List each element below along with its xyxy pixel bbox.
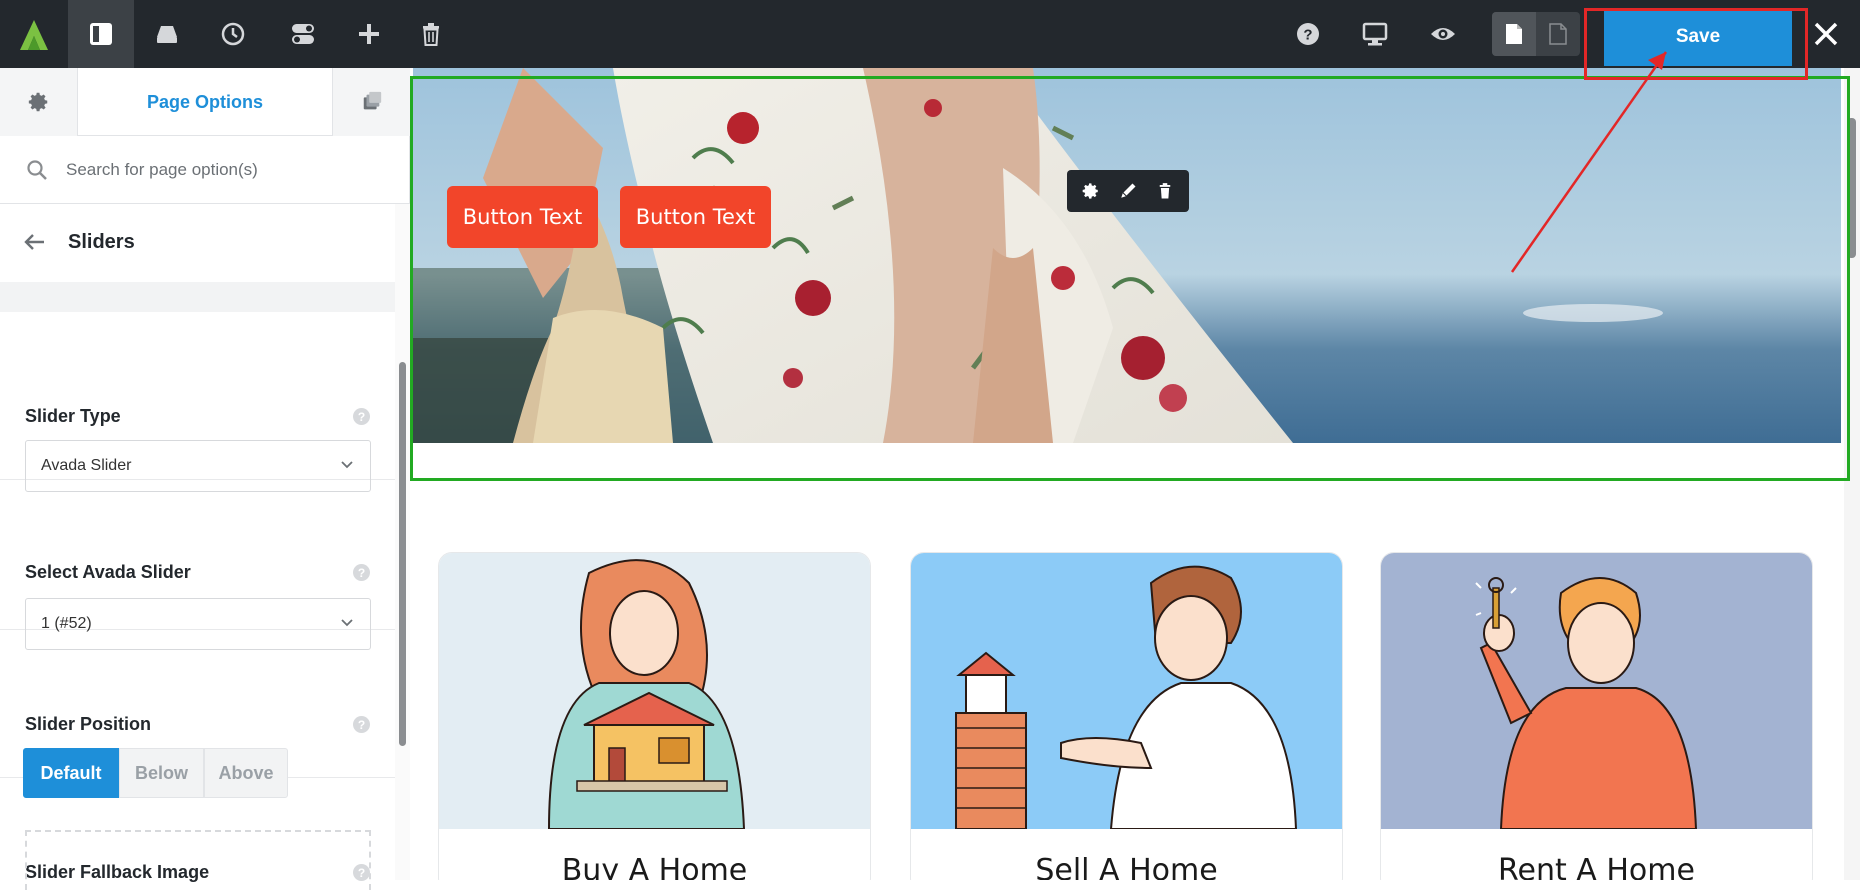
section-title: Sliders <box>68 230 135 253</box>
chevron-down-icon <box>341 461 353 469</box>
layers-icon <box>363 91 381 110</box>
svg-text:?: ? <box>1303 27 1312 44</box>
search-icon <box>27 159 47 180</box>
selected-slider-outline <box>410 76 1850 481</box>
view-mode-toggle <box>1492 12 1580 56</box>
back-to-sections[interactable]: Sliders <box>0 204 395 280</box>
help-icon[interactable]: ? <box>353 408 370 425</box>
page-icon[interactable] <box>1492 12 1536 56</box>
option-label: Slider Position <box>25 714 152 734</box>
page-options-sidebar: Page Options Sliders Slider Type ? Avada… <box>0 68 410 890</box>
preview-icon[interactable] <box>1410 0 1476 68</box>
help-icon[interactable]: ? <box>353 564 370 581</box>
select-value: Avada Slider <box>41 457 132 474</box>
sidebar-scroll-thumb[interactable] <box>399 362 406 746</box>
sidebar-tabs: Page Options <box>0 68 410 136</box>
card-illustration <box>1381 553 1812 830</box>
avada-logo[interactable] <box>0 0 68 68</box>
help-icon[interactable]: ? <box>353 716 370 733</box>
service-card-rent[interactable]: Rent A Home <box>1380 552 1813 880</box>
section-divider <box>0 282 395 312</box>
card-title: Buy A Home <box>561 853 748 880</box>
toggle-icon[interactable] <box>270 0 336 68</box>
card-title: Rent A Home <box>1498 853 1695 880</box>
option-label: Slider Type <box>25 406 121 426</box>
desktop-icon[interactable] <box>1342 0 1408 68</box>
library-icon[interactable] <box>134 0 200 68</box>
save-highlight-box <box>1584 8 1808 80</box>
history-icon[interactable] <box>200 0 266 68</box>
option-slider-position: Slider Position ? Default Below Above <box>0 630 395 798</box>
tab-page-options[interactable]: Page Options <box>78 68 332 136</box>
option-slider-type: Slider Type ? Avada Slider <box>0 330 395 492</box>
option-select-slider: Select Avada Slider ? 1 (#52) <box>0 480 395 650</box>
settings-tab[interactable] <box>0 68 78 136</box>
search-input[interactable] <box>66 159 386 180</box>
sidebar-panel-icon[interactable] <box>68 0 134 68</box>
chevron-down-icon <box>341 619 353 627</box>
card-illustration <box>911 553 1342 830</box>
back-arrow-icon <box>24 234 44 250</box>
page-outline-icon[interactable] <box>1536 12 1580 56</box>
fallback-image-dropzone[interactable] <box>25 830 371 890</box>
service-card-sell[interactable]: Sell A Home <box>910 552 1343 880</box>
card-title: Sell A Home <box>1035 853 1218 880</box>
add-icon[interactable] <box>336 0 402 68</box>
help-icon[interactable]: ? <box>1275 0 1341 68</box>
trash-icon[interactable] <box>398 0 464 68</box>
card-illustration <box>439 553 870 830</box>
navigator-tab[interactable] <box>332 68 410 136</box>
gear-icon <box>28 92 47 112</box>
option-label: Select Avada Slider <box>25 562 191 582</box>
top-toolbar: ? Save <box>0 0 1860 68</box>
sidebar-search <box>0 136 410 204</box>
service-card-buy[interactable]: Buy A Home <box>438 552 871 880</box>
